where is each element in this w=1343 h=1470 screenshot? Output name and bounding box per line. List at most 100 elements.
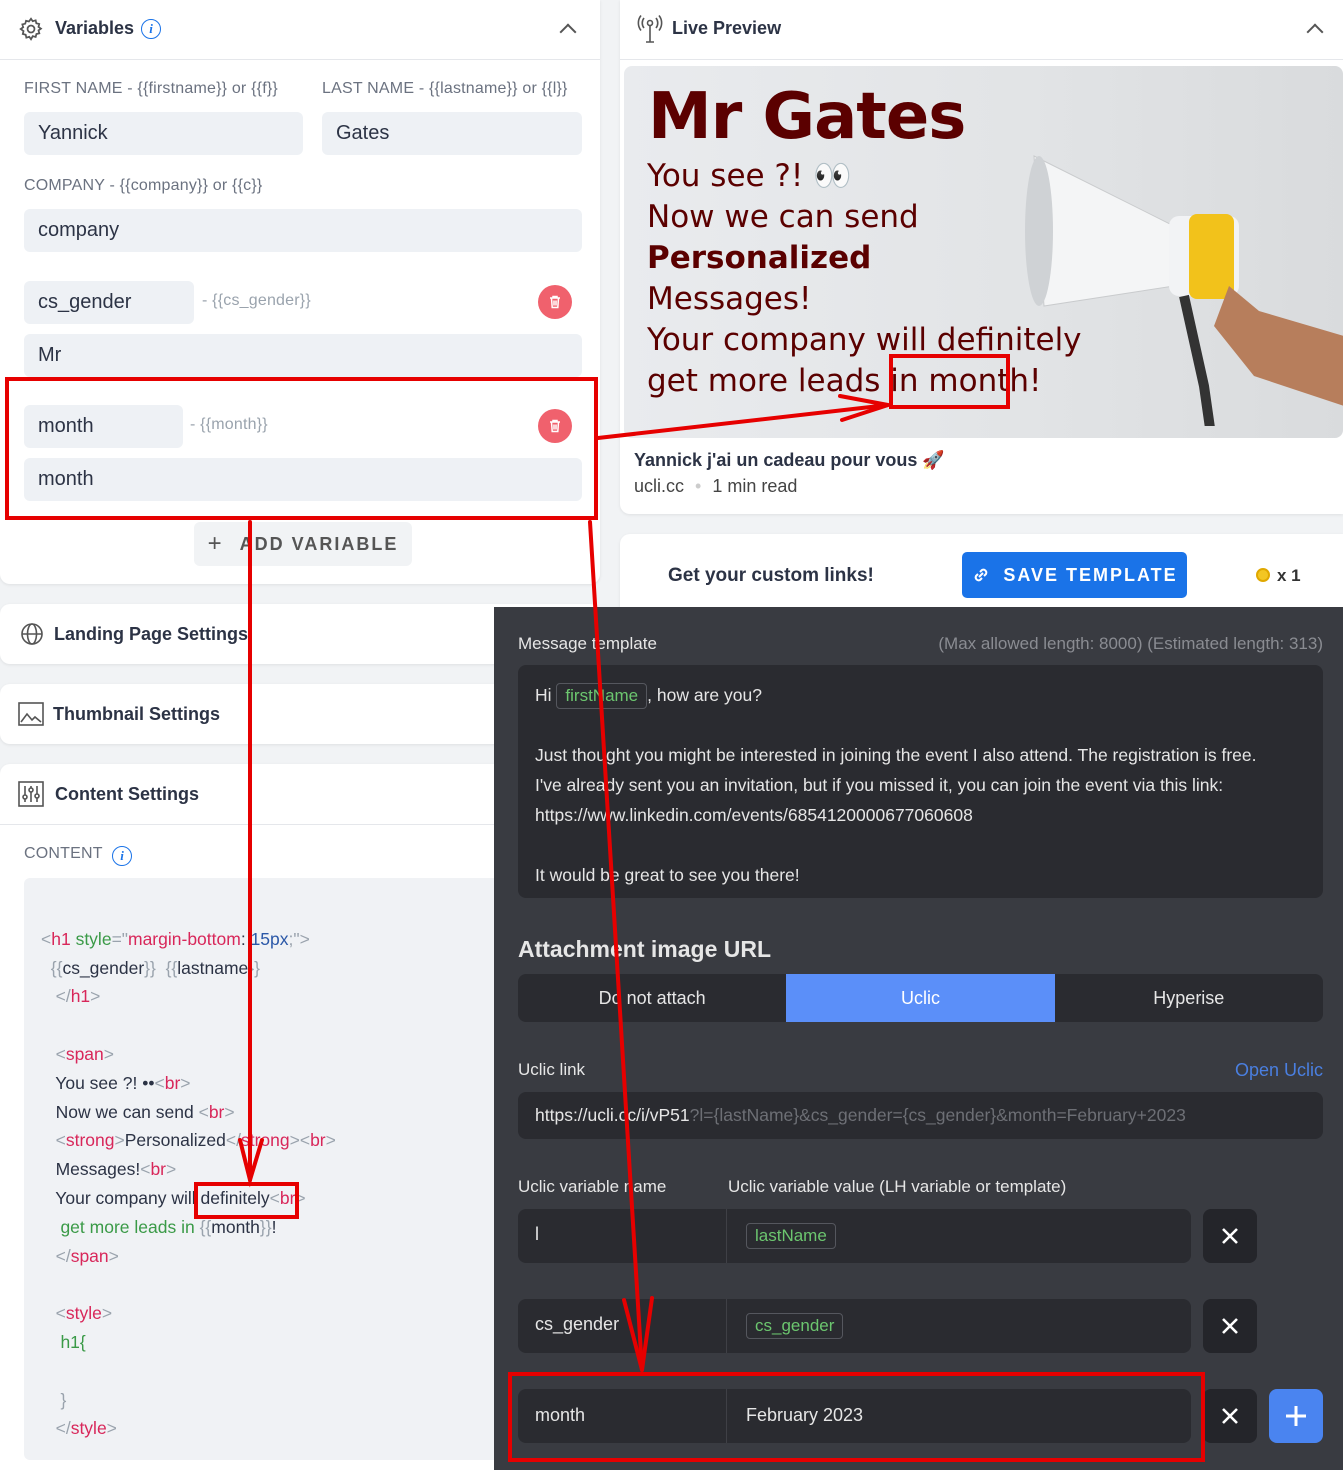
code-token: }} [248, 957, 260, 978]
company-input[interactable]: company [24, 209, 582, 252]
close-icon [1222, 1228, 1238, 1244]
uclic-variable-name[interactable]: l [535, 1224, 539, 1245]
custom-variable-name-input[interactable]: cs_gender [24, 281, 194, 324]
code-token: You see ?! [55, 1072, 143, 1093]
code-token: •• [142, 1072, 155, 1093]
code-token: ;"> [288, 928, 310, 949]
uclic-variable-row: cs_gender cs_gender [518, 1299, 1191, 1353]
code-token: style [65, 1303, 102, 1324]
message-line: Hi firstName, how are you? [535, 680, 1257, 710]
add-row-button[interactable] [1269, 1389, 1323, 1443]
divider [620, 59, 1343, 60]
preview-line: get more leads in month! [647, 361, 1082, 402]
landing-page-settings-title: Landing Page Settings [54, 624, 249, 644]
code-token: span [70, 1245, 109, 1266]
code-token: margin-bottom [128, 928, 241, 949]
add-variable-button[interactable]: + ADD VARIABLE [194, 522, 412, 566]
message-hi: Hi [535, 685, 552, 705]
open-uclic-link[interactable]: Open Uclic [1235, 1060, 1323, 1081]
preview-heading: Mr Gates [648, 80, 966, 154]
message-line: https://www.linkedin.com/events/68541200… [535, 805, 973, 825]
message-line: I've already sent you an invitation, but… [535, 775, 1224, 795]
code-token: br [150, 1159, 167, 1180]
uclic-variable-value[interactable]: cs_gender [746, 1313, 844, 1339]
message-body: Hi firstName, how are you? Just thought … [535, 680, 1257, 890]
uclic-variable-name[interactable]: cs_gender [535, 1314, 619, 1335]
save-template-button[interactable]: SAVE TEMPLATE [962, 552, 1187, 598]
antenna-icon [637, 14, 663, 49]
code-token: strong [65, 1130, 115, 1151]
globe-icon [20, 622, 44, 651]
row-separator [726, 1299, 727, 1353]
code-token: h1 [70, 986, 91, 1007]
message-how: , how are you? [647, 685, 762, 705]
annotation-box-month-variable [5, 377, 598, 520]
attach-option-hyperise[interactable]: Hyperise [1055, 974, 1323, 1022]
attachment-title: Attachment image URL [518, 936, 772, 962]
collapse-chevron-icon[interactable] [1306, 23, 1324, 41]
content-settings-title: Content Settings [55, 784, 199, 804]
message-template-editor[interactable]: Hi firstName, how are you? Just thought … [518, 665, 1323, 898]
annotation-box-code-month [194, 1182, 299, 1219]
code-token: lastname [177, 957, 249, 978]
linkedhelper-panel: Message template (Max allowed length: 80… [494, 607, 1343, 1470]
code-token: }} [259, 1216, 272, 1237]
plus-icon: + [207, 530, 222, 557]
code-token: </ [55, 986, 71, 1007]
firstname-chip[interactable]: firstName [556, 683, 648, 709]
code-token: : [240, 928, 251, 949]
lastname-chip: lastName [746, 1223, 836, 1249]
code-token: =" [111, 928, 128, 949]
remove-row-button[interactable] [1203, 1389, 1257, 1443]
uclic-variable-value[interactable]: lastName [746, 1223, 836, 1249]
code-token: br [310, 1130, 326, 1151]
uclic-link-input[interactable]: https://ucli.cc/i/vP51 ?l={lastName}&cs_g… [518, 1092, 1323, 1139]
code-token: 15px [250, 928, 289, 949]
last-name-label: LAST NAME - {{lastname}} or {{l}} [322, 80, 568, 97]
content-label: CONTENT [24, 845, 103, 862]
code-token: } [60, 1389, 67, 1410]
remove-row-button[interactable] [1203, 1209, 1257, 1263]
preview-card-title[interactable]: Yannick j'ai un cadeau pour vous 🚀 [634, 450, 945, 471]
uclic-link-main: https://ucli.cc/i/vP51 [535, 1105, 690, 1125]
attachment-options: Do not attach Uclic Hyperise [518, 974, 1323, 1022]
code-token: br [208, 1101, 225, 1122]
live-preview-title: Live Preview [672, 18, 782, 38]
code-token: }} {{ [144, 957, 178, 978]
delete-variable-button[interactable] [538, 285, 572, 319]
preview-line: Your company will definitely [647, 322, 1082, 358]
message-limits: (Max allowed length: 8000) (Estimated le… [938, 634, 1323, 653]
custom-variable-value-input[interactable]: Mr [24, 334, 582, 377]
code-token: {{ [50, 957, 63, 978]
custom-variable-token: - {{cs_gender}} [202, 292, 311, 309]
save-bar-text: Get your custom links! [668, 565, 874, 586]
code-token: h1{ [60, 1331, 86, 1352]
close-icon [1222, 1408, 1238, 1424]
divider [0, 59, 600, 60]
code-token: strong [240, 1130, 290, 1151]
attach-option-none[interactable]: Do not attach [518, 974, 786, 1022]
code-token: h1 [51, 928, 71, 949]
attach-option-uclic[interactable]: Uclic [786, 974, 1055, 1022]
variables-title: Variables [55, 18, 135, 38]
code-token: span [65, 1043, 104, 1064]
collapse-chevron-icon[interactable] [559, 23, 577, 41]
link-icon [975, 568, 988, 582]
last-name-input[interactable]: Gates [322, 112, 582, 155]
code-token: style [70, 1418, 107, 1439]
first-name-input[interactable]: Yannick [24, 112, 303, 155]
remove-row-button[interactable] [1203, 1299, 1257, 1353]
preview-line: Now we can send [647, 199, 919, 235]
live-preview-card: Live Preview Mr Gates You see ?! 👀 Now w… [620, 0, 1343, 514]
info-icon[interactable]: i [112, 846, 132, 866]
uclic-link-label: Uclic link [518, 1060, 586, 1079]
preview-domain: ucli.cc [634, 476, 685, 496]
coin-icon [1256, 568, 1270, 582]
message-template-label: Message template [518, 634, 657, 653]
plus-icon [1286, 1406, 1306, 1426]
info-icon[interactable]: i [141, 19, 161, 39]
thumbnail-settings-title: Thumbnail Settings [53, 704, 221, 724]
company-label: COMPANY - {{company}} or {{c}} [24, 177, 263, 194]
code-token: < [41, 928, 52, 949]
code-token: < [55, 1043, 66, 1064]
